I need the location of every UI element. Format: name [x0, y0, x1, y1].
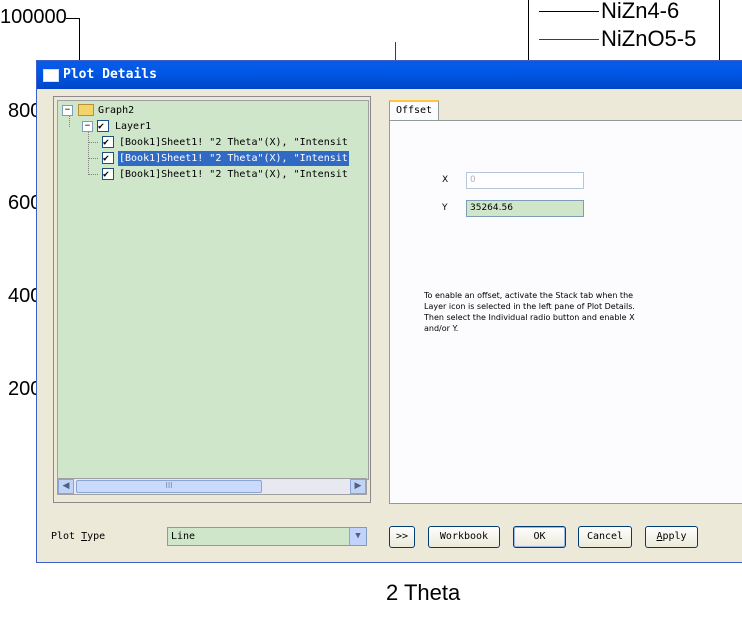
x-offset-field: 0 — [466, 172, 584, 189]
legend-label: NiZn4-6 — [601, 0, 680, 23]
tree-node-label: [Book1]Sheet1! "2 Theta"(X), "Intensit — [118, 151, 349, 166]
scroll-left-icon[interactable]: ◀ — [58, 479, 74, 494]
x-offset-label: X — [442, 175, 449, 185]
tree-guide — [88, 158, 98, 159]
dialog-title: Plot Details — [63, 67, 157, 82]
tab-offset[interactable]: Offset — [389, 100, 439, 121]
scroll-right-icon[interactable]: ▶ — [350, 479, 366, 494]
collapse-icon[interactable]: − — [82, 121, 93, 132]
ok-button[interactable]: OK — [513, 526, 566, 548]
legend: NiZn4-6 NiZnO5-5 — [528, 0, 720, 66]
tree-guide — [88, 130, 89, 175]
tree-guide — [69, 115, 70, 127]
tree-pane: − Graph2 − Layer1 [Book1]Sheet1! "2 Thet… — [53, 96, 371, 503]
legend-swatch — [539, 39, 599, 40]
tree-node-label: [Book1]Sheet1! "2 Theta"(X), "Intensit — [119, 137, 348, 148]
plot-type-select[interactable]: Line ▼ — [167, 527, 367, 546]
checkbox-icon[interactable] — [102, 135, 114, 150]
checkbox-icon[interactable] — [97, 119, 109, 134]
y-axis-line — [79, 18, 80, 62]
y-tick — [66, 18, 80, 19]
expand-button[interactable]: >> — [389, 526, 415, 548]
y-offset-label: Y — [442, 203, 448, 213]
legend-entry: NiZnO5-5 — [529, 25, 719, 53]
y-tick-label: 100000 — [0, 6, 67, 28]
plot-type-label: Plot Type — [51, 531, 106, 542]
legend-swatch — [539, 11, 599, 12]
plot-tree[interactable]: − Graph2 − Layer1 [Book1]Sheet1! "2 Thet… — [57, 100, 369, 480]
tree-node-label: Layer1 — [115, 121, 152, 132]
checkbox-icon[interactable] — [102, 151, 114, 166]
folder-icon — [78, 104, 94, 116]
tree-guide — [88, 142, 98, 143]
plot-type-value: Line — [171, 531, 196, 542]
y-offset-field[interactable]: 35264.56 — [466, 200, 584, 217]
offset-hint: To enable an offset, activate the Stack … — [424, 291, 635, 333]
x-axis-label: 2 Theta — [386, 580, 461, 605]
apply-button[interactable]: Apply — [645, 526, 698, 548]
window-icon — [43, 69, 59, 82]
scroll-thumb[interactable]: III — [76, 480, 262, 493]
offset-panel: X 0 Y 35264.56 To enable an offset, acti… — [389, 120, 742, 504]
tree-guide — [88, 174, 98, 175]
legend-entry: NiZn4-6 — [529, 0, 719, 25]
workbook-button[interactable]: Workbook — [428, 526, 500, 548]
tree-node-label: [Book1]Sheet1! "2 Theta"(X), "Intensit — [119, 169, 348, 180]
plot-details-dialog: Plot Details − Graph2 − Layer1 [Book1]Sh… — [36, 60, 742, 563]
tree-node-label: Graph2 — [98, 105, 135, 116]
collapse-icon[interactable]: − — [62, 105, 73, 116]
chevron-down-icon[interactable]: ▼ — [349, 528, 366, 545]
title-bar[interactable]: Plot Details — [37, 61, 742, 89]
cancel-button[interactable]: Cancel — [578, 526, 632, 548]
data-line-fragment — [395, 42, 396, 60]
legend-label: NiZnO5-5 — [601, 26, 697, 51]
checkbox-icon[interactable] — [102, 167, 114, 182]
horizontal-scrollbar[interactable]: ◀ III ▶ — [57, 478, 367, 495]
